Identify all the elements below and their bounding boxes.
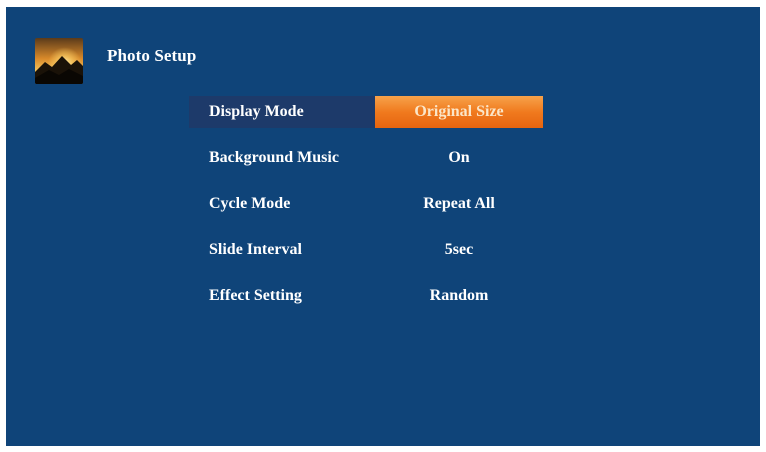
menu-row-effect-setting[interactable]: Effect Setting Random: [189, 280, 551, 312]
display-mode-value[interactable]: Original Size: [375, 96, 543, 128]
page-title: Photo Setup: [107, 46, 197, 65]
slide-interval-label: Slide Interval: [209, 241, 302, 258]
photo-landscape-icon: [35, 38, 83, 84]
effect-setting-label: Effect Setting: [209, 287, 302, 304]
menu-row-slide-interval[interactable]: Slide Interval 5sec: [189, 234, 551, 266]
menu-row-display-mode[interactable]: Display Mode Original Size: [189, 96, 551, 128]
menu-row-label-highlight: Display Mode: [189, 96, 375, 128]
menu-row-cycle-mode[interactable]: Cycle Mode Repeat All: [189, 188, 551, 220]
display-mode-label: Display Mode: [209, 103, 304, 120]
cycle-mode-label: Cycle Mode: [209, 195, 291, 212]
menu-row-label-area: Slide Interval: [189, 234, 375, 266]
slide-interval-value[interactable]: 5sec: [375, 234, 543, 266]
photo-setup-screen: Photo Setup Display Mode Original Size B…: [6, 7, 760, 446]
settings-menu: Display Mode Original Size Background Mu…: [189, 96, 551, 326]
menu-row-label-area: Effect Setting: [189, 280, 375, 312]
background-music-label: Background Music: [209, 149, 339, 166]
menu-row-label-area: Background Music: [189, 142, 375, 174]
menu-row-label-area: Cycle Mode: [189, 188, 375, 220]
menu-row-background-music[interactable]: Background Music On: [189, 142, 551, 174]
cycle-mode-value[interactable]: Repeat All: [375, 188, 543, 220]
background-music-value[interactable]: On: [375, 142, 543, 174]
effect-setting-value[interactable]: Random: [375, 280, 543, 312]
